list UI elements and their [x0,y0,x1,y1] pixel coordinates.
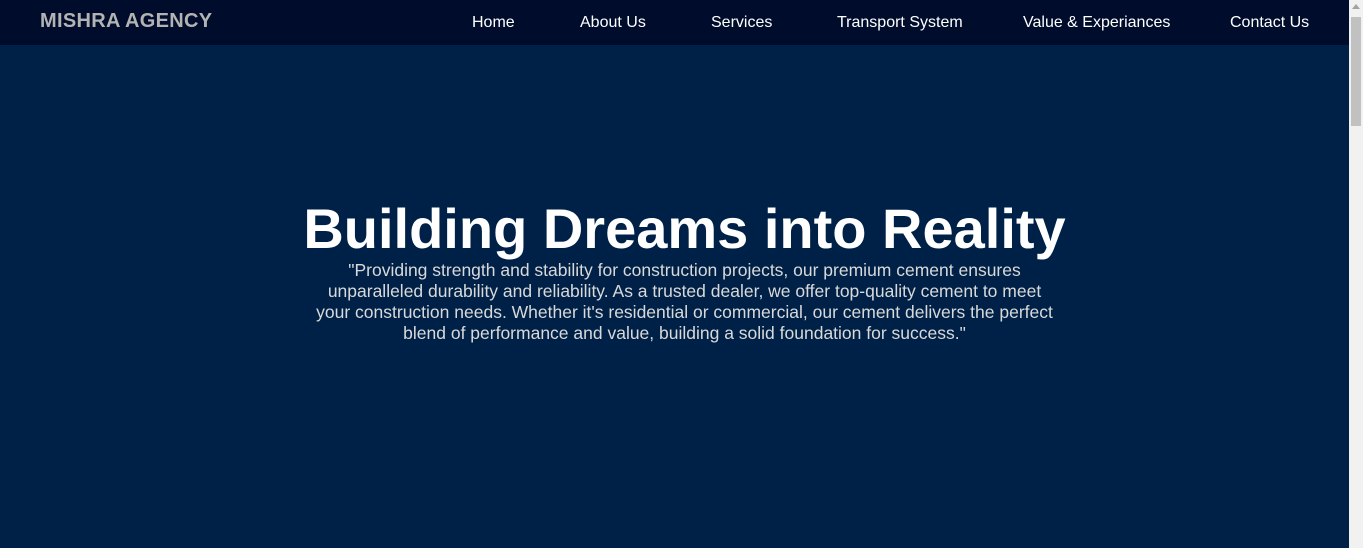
hero-title: Building Dreams into Reality [303,197,1066,260]
scrollbar-thumb[interactable] [1351,17,1361,126]
nav-link-value-experiances[interactable]: Value & Experiances [1023,14,1170,32]
hero-description: "Providing strength and stability for co… [316,260,1053,343]
nav-link-transport-system[interactable]: Transport System [837,14,963,32]
nav-link-about-us[interactable]: About Us [580,14,646,32]
navbar: MISHRA AGENCY Home About Us Services Tra… [0,0,1349,45]
brand-logo[interactable]: MISHRA AGENCY [40,10,212,33]
hero-section: Building Dreams into Reality "Providing … [0,45,1349,548]
nav-link-contact-us[interactable]: Contact Us [1230,14,1309,32]
scroll-up-arrow-icon[interactable] [1352,4,1360,9]
nav-link-services[interactable]: Services [711,14,772,32]
nav-link-home[interactable]: Home [472,14,515,32]
page: MISHRA AGENCY Home About Us Services Tra… [0,0,1363,548]
vertical-scrollbar[interactable] [1349,0,1363,548]
